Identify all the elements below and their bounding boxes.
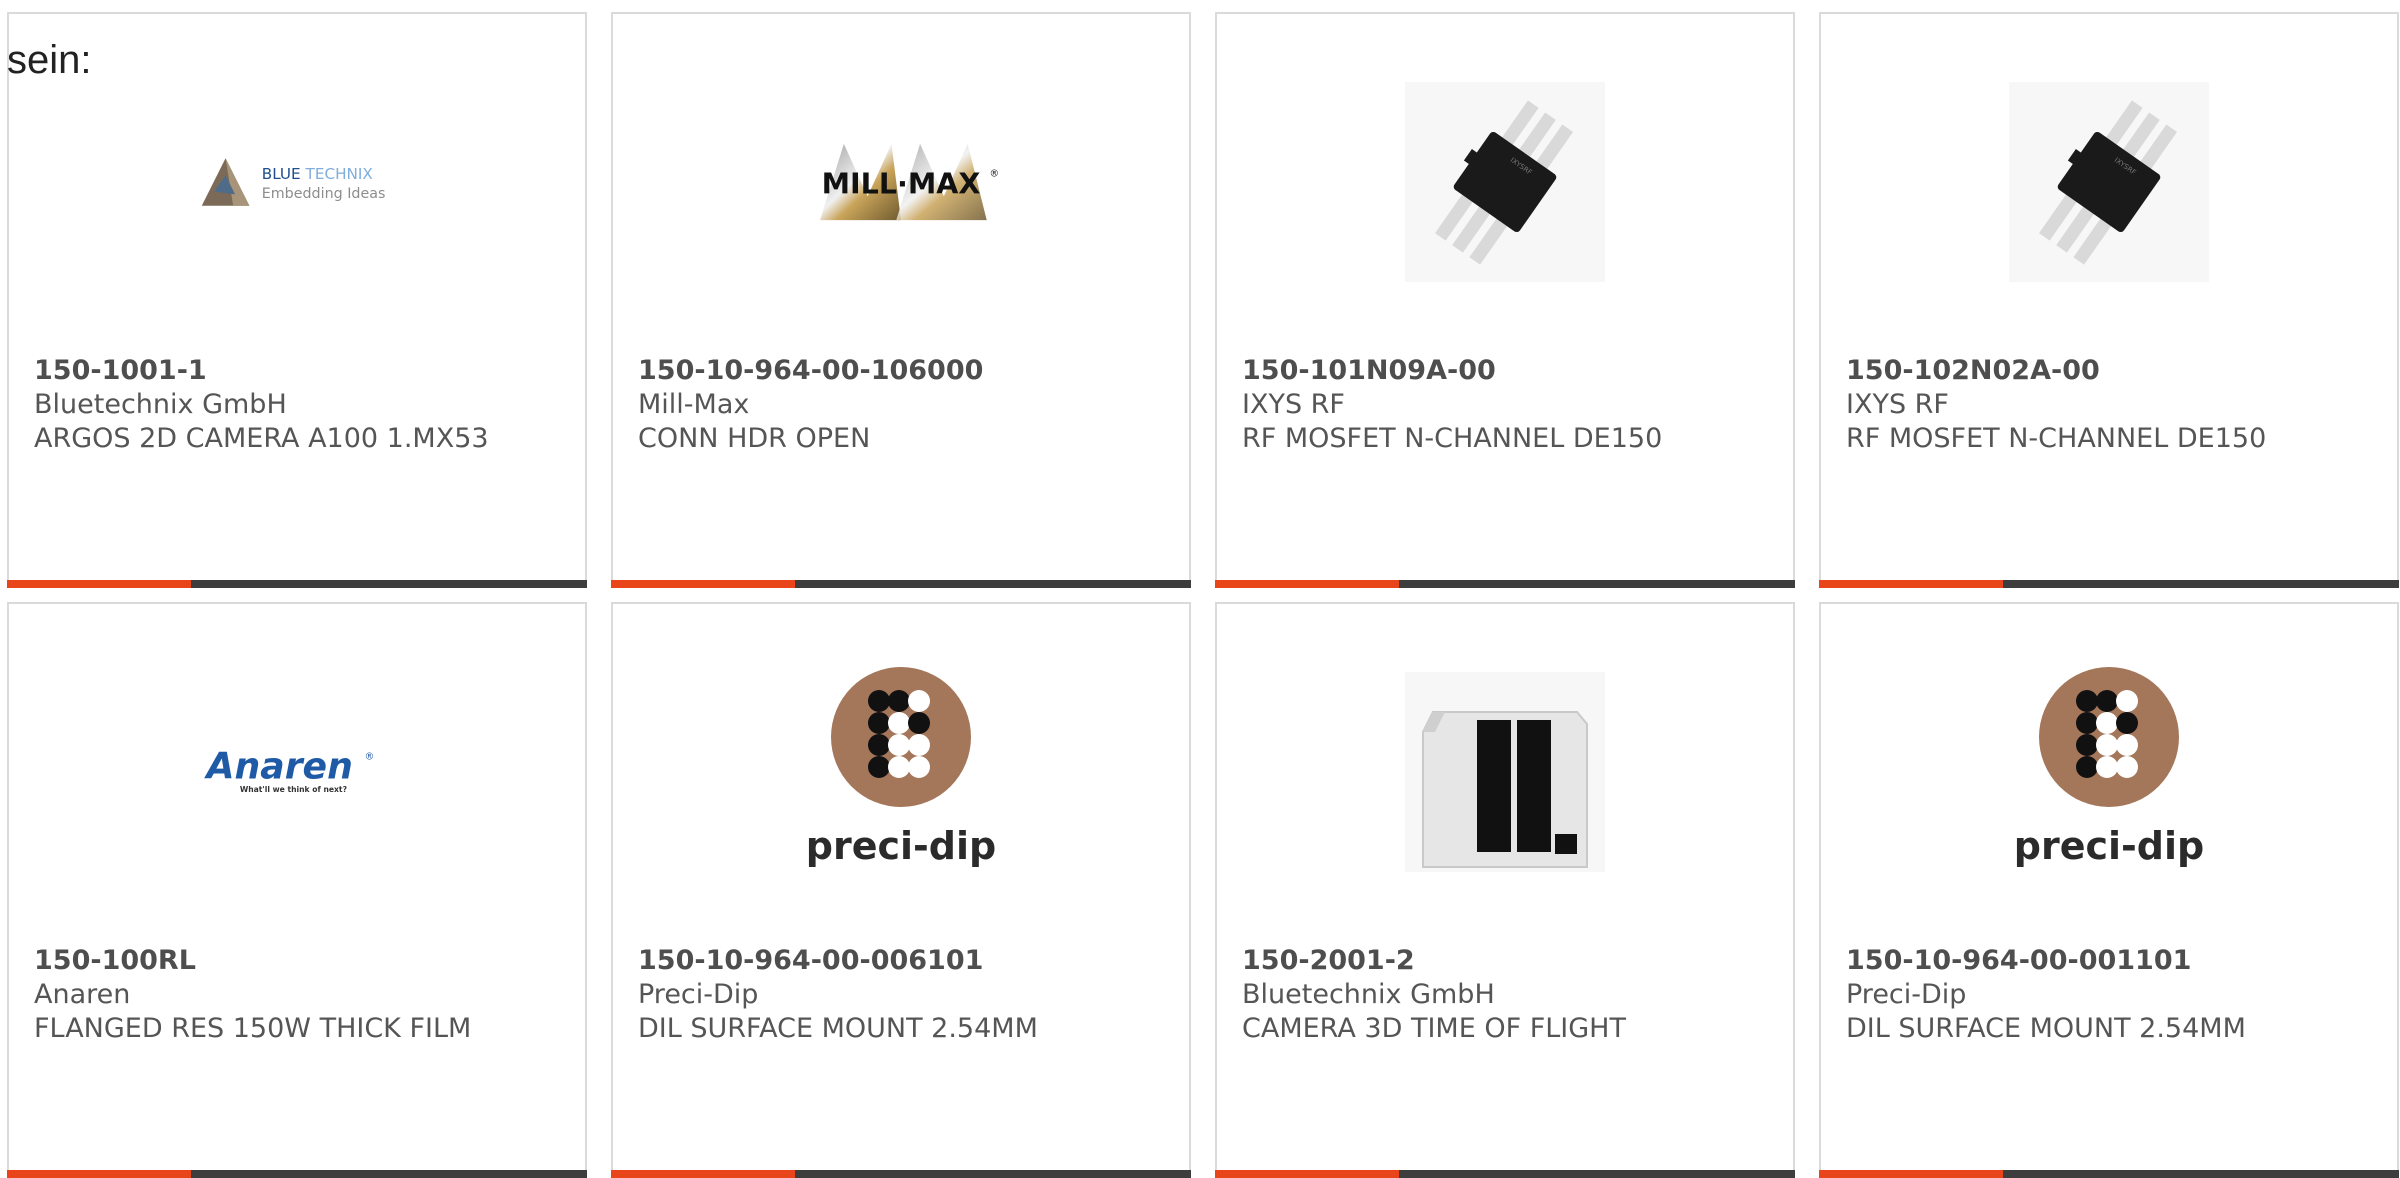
product-info: 150-101N09A-00 IXYS RF RF MOSFET N-CHANN…	[1242, 354, 1783, 456]
card-bottom-bar	[7, 1170, 587, 1178]
svg-text:preci-dip: preci-dip	[806, 824, 996, 868]
product-image[interactable]	[1405, 669, 1605, 874]
card-bottom-bar	[1215, 580, 1795, 588]
description: RF MOSFET N-CHANNEL DE150	[1846, 423, 2267, 454]
description: CAMERA 3D TIME OF FLIGHT	[1242, 1013, 1626, 1044]
card-bottom-bar	[7, 580, 587, 588]
svg-text:TECHNIX: TECHNIX	[305, 165, 373, 183]
preci-dip-logo-icon: preci-dip	[2014, 666, 2204, 868]
manufacturer: Bluetechnix GmbH	[34, 389, 287, 420]
product-card[interactable]: IXYSRF 150-102N02A-00 IXYS RF RF MOSFET …	[1819, 12, 2399, 588]
description: RF MOSFET N-CHANNEL DE150	[1242, 423, 1663, 454]
product-image[interactable]: IXYSRF	[2009, 79, 2209, 284]
description: CONN HDR OPEN	[638, 423, 871, 454]
card-bottom-bar	[1819, 580, 2399, 588]
product-card[interactable]: preci-dip 150-10-964-00-006101 Preci-Dip…	[611, 602, 1191, 1178]
manufacturer: IXYS RF	[1846, 389, 1949, 420]
product-info: 150-102N02A-00 IXYS RF RF MOSFET N-CHANN…	[1846, 354, 2387, 456]
part-number[interactable]: 150-100RL	[34, 944, 575, 978]
manufacturer: Preci-Dip	[1846, 979, 1967, 1010]
product-info: 150-10-964-00-006101 Preci-Dip DIL SURFA…	[638, 944, 1179, 1046]
product-card[interactable]: BLUE TECHNIX Embedding Ideas 150-1001-1 …	[7, 12, 587, 588]
product-image[interactable]: BLUE TECHNIX Embedding Ideas	[197, 79, 397, 284]
mill-max-logo-icon: MILL·MAX ®	[820, 143, 1000, 220]
card-accent-bar	[1215, 580, 1399, 588]
mosfet-package-icon: IXYSRF	[2009, 81, 2209, 282]
product-card[interactable]: IXYSRF 150-101N09A-00 IXYS RF RF MOSFET …	[1215, 12, 1795, 588]
svg-text:Embedding Ideas: Embedding Ideas	[262, 186, 386, 202]
preci-dip-logo-icon: preci-dip	[806, 666, 996, 868]
product-image[interactable]: preci-dip	[801, 666, 1001, 874]
card-bottom-bar	[611, 1170, 1191, 1178]
product-info: 150-1001-1 Bluetechnix GmbH ARGOS 2D CAM…	[34, 354, 575, 456]
product-image[interactable]: IXYSRF	[1405, 79, 1605, 284]
product-card[interactable]: Anaren ® What'll we think of next? 150-1…	[7, 602, 587, 1178]
description: FLANGED RES 150W THICK FILM	[34, 1013, 472, 1044]
part-number[interactable]: 150-101N09A-00	[1242, 354, 1783, 388]
prefix-text: sein:	[7, 38, 92, 82]
product-card[interactable]: preci-dip 150-10-964-00-001101 Preci-Dip…	[1819, 602, 2399, 1178]
part-number[interactable]: 150-2001-2	[1242, 944, 1783, 978]
product-image[interactable]: preci-dip	[2009, 666, 2209, 874]
manufacturer: Preci-Dip	[638, 979, 759, 1010]
part-number[interactable]: 150-102N02A-00	[1846, 354, 2387, 388]
card-accent-bar	[7, 1170, 191, 1178]
svg-text:What'll we think of next?: What'll we think of next?	[240, 785, 347, 794]
card-accent-bar	[1819, 1170, 2003, 1178]
card-bottom-bar	[611, 580, 1191, 588]
card-bottom-bar	[1819, 1170, 2399, 1178]
part-number[interactable]: 150-1001-1	[34, 354, 575, 388]
product-card[interactable]: MILL·MAX ® 150-10-964-00-106000 Mill-Max…	[611, 12, 1191, 588]
product-info: 150-10-964-00-106000 Mill-Max CONN HDR O…	[638, 354, 1179, 456]
bluetechnix-logo-icon: BLUE TECHNIX Embedding Ideas	[201, 157, 386, 206]
description: DIL SURFACE MOUNT 2.54MM	[638, 1013, 1038, 1044]
manufacturer: Anaren	[34, 979, 131, 1010]
svg-text:®: ®	[365, 751, 375, 762]
svg-text:MILL·MAX: MILL·MAX	[822, 166, 981, 200]
product-info: 150-2001-2 Bluetechnix GmbH CAMERA 3D TI…	[1242, 944, 1783, 1046]
svg-text:BLUE: BLUE	[262, 165, 301, 183]
card-accent-bar	[611, 1170, 795, 1178]
card-accent-bar	[7, 580, 191, 588]
product-image[interactable]: Anaren ® What'll we think of next?	[197, 669, 397, 874]
manufacturer: IXYS RF	[1242, 389, 1345, 420]
product-image[interactable]: MILL·MAX ®	[801, 79, 1001, 284]
card-accent-bar	[611, 580, 795, 588]
tof-camera-icon	[1405, 671, 1605, 872]
manufacturer: Mill-Max	[638, 389, 750, 420]
product-card[interactable]: 150-2001-2 Bluetechnix GmbH CAMERA 3D TI…	[1215, 602, 1795, 1178]
product-grid: BLUE TECHNIX Embedding Ideas 150-1001-1 …	[0, 0, 2400, 1178]
svg-text:preci-dip: preci-dip	[2014, 824, 2204, 868]
card-accent-bar	[1819, 580, 2003, 588]
description: DIL SURFACE MOUNT 2.54MM	[1846, 1013, 2246, 1044]
description: ARGOS 2D CAMERA A100 1.MX53	[34, 423, 489, 454]
manufacturer: Bluetechnix GmbH	[1242, 979, 1495, 1010]
svg-text:Anaren: Anaren	[204, 744, 353, 787]
product-info: 150-10-964-00-001101 Preci-Dip DIL SURFA…	[1846, 944, 2387, 1046]
card-bottom-bar	[1215, 1170, 1795, 1178]
part-number[interactable]: 150-10-964-00-006101	[638, 944, 1179, 978]
part-number[interactable]: 150-10-964-00-106000	[638, 354, 1179, 388]
card-accent-bar	[1215, 1170, 1399, 1178]
mosfet-package-icon: IXYSRF	[1405, 81, 1605, 282]
anaren-logo-icon: Anaren ® What'll we think of next?	[204, 744, 375, 794]
part-number[interactable]: 150-10-964-00-001101	[1846, 944, 2387, 978]
svg-text:®: ®	[990, 168, 1000, 179]
product-info: 150-100RL Anaren FLANGED RES 150W THICK …	[34, 944, 575, 1046]
